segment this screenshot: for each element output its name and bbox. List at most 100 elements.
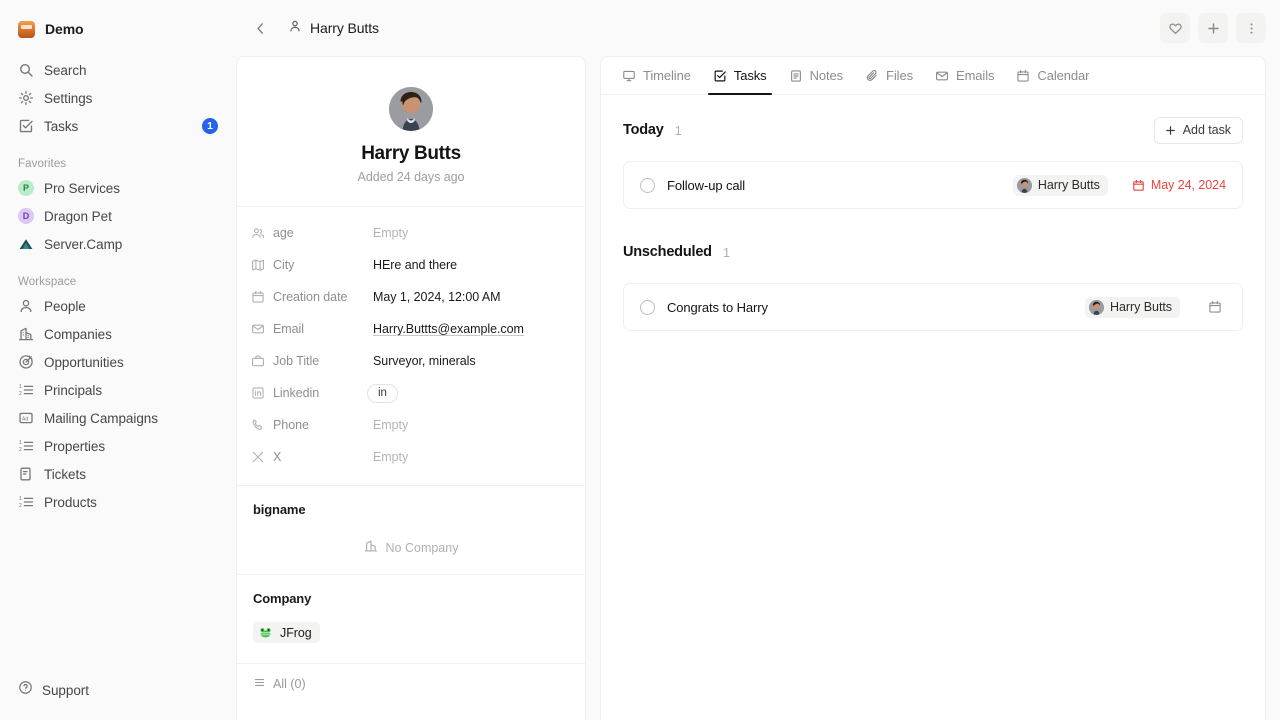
- tasks-body: Today 1 Add task Follow-up call Harry Bu…: [601, 95, 1265, 720]
- list-icon: [253, 676, 266, 692]
- field-email: Email Harry.Buttts@example.com: [249, 313, 573, 345]
- person-icon: [18, 298, 34, 314]
- svg-text:1: 1: [19, 440, 22, 446]
- task-title: Congrats to Harry: [667, 299, 768, 315]
- sidebar-item-products[interactable]: 12 Products: [10, 488, 226, 516]
- company-chip-label: JFrog: [280, 625, 312, 640]
- task-title: Follow-up call: [667, 177, 746, 193]
- task-group-count: 1: [722, 244, 731, 260]
- primary-nav: Search Settings Tasks 1: [10, 56, 226, 140]
- breadcrumb[interactable]: Harry Butts: [282, 16, 385, 41]
- calendar-icon: [1209, 301, 1221, 313]
- ad-icon: Ad: [18, 410, 34, 426]
- tab-emails[interactable]: Emails: [924, 57, 1005, 94]
- task-assignee-name: Harry Butts: [1037, 178, 1100, 192]
- bigname-section: bigname No Company: [237, 486, 585, 575]
- company-section: Company JFrog: [237, 575, 585, 664]
- section-title: Company: [253, 591, 312, 606]
- tab-label: Calendar: [1037, 68, 1090, 83]
- field-label-text: Job Title: [273, 354, 320, 368]
- add-button[interactable]: [1198, 13, 1228, 43]
- sidebar-item-label: People: [44, 298, 86, 314]
- avatar: D: [18, 208, 34, 224]
- avatar[interactable]: [389, 87, 433, 131]
- field-value[interactable]: Harry.Buttts@example.com: [367, 319, 530, 339]
- workspace-heading: Workspace: [18, 276, 77, 288]
- tab-tasks[interactable]: Tasks: [702, 57, 778, 95]
- task-checkbox[interactable]: [640, 299, 655, 315]
- task-assignee-chip[interactable]: Harry Butts: [1085, 296, 1180, 318]
- sidebar-item-server-camp[interactable]: Server.Camp: [10, 230, 226, 258]
- note-icon: [789, 69, 803, 83]
- sidebar-item-label: Pro Services: [44, 180, 120, 196]
- task-due-date[interactable]: May 24, 2024: [1132, 178, 1226, 192]
- back-button[interactable]: [248, 16, 272, 40]
- company-chip-jfrog[interactable]: JFrog: [253, 622, 320, 643]
- tent-icon: [18, 236, 34, 252]
- record-added-date: Added 24 days ago: [357, 170, 465, 184]
- task-assignee-chip[interactable]: Harry Butts: [1012, 174, 1108, 196]
- tab-timeline[interactable]: Timeline: [611, 57, 702, 94]
- people-icon: [251, 226, 265, 240]
- task-row[interactable]: Follow-up call Harry Butts May 24, 2024: [623, 161, 1243, 209]
- sidebar-item-dragon-pet[interactable]: D Dragon Pet: [10, 202, 226, 230]
- field-value[interactable]: May 1, 2024, 12:00 AM: [367, 287, 507, 307]
- calendar-icon: [1132, 179, 1145, 192]
- field-x: X Empty: [249, 441, 573, 473]
- field-creation-date: Creation date May 1, 2024, 12:00 AM: [249, 281, 573, 313]
- monitor-icon: [622, 69, 636, 83]
- heart-icon: [1168, 23, 1182, 34]
- sidebar-item-tasks[interactable]: Tasks 1: [10, 112, 226, 140]
- add-task-button[interactable]: Add task: [1153, 116, 1243, 144]
- sidebar-item-people[interactable]: People: [10, 292, 226, 320]
- task-group-header-today: Today 1 Add task: [623, 116, 1243, 144]
- field-value[interactable]: Empty: [367, 415, 414, 435]
- field-label-text: age: [273, 226, 294, 240]
- sidebar-item-principals[interactable]: 12 Principals: [10, 376, 226, 404]
- sidebar-item-properties[interactable]: 12 Properties: [10, 432, 226, 460]
- field-value[interactable]: Empty: [367, 223, 414, 243]
- sidebar-item-support[interactable]: Support: [10, 676, 97, 704]
- task-checkbox[interactable]: [640, 177, 655, 193]
- more-options-button[interactable]: [1236, 13, 1266, 43]
- no-company-placeholder[interactable]: No Company: [253, 539, 569, 556]
- avatar: [1089, 299, 1105, 315]
- tab-notes[interactable]: Notes: [778, 57, 854, 94]
- field-label: City: [249, 258, 367, 272]
- field-job-title: Job Title Surveyor, minerals: [249, 345, 573, 377]
- workspace-switcher[interactable]: Demo: [10, 14, 226, 44]
- tab-calendar[interactable]: Calendar: [1005, 57, 1100, 94]
- plus-icon: [1165, 125, 1175, 135]
- add-task-label: Add task: [1182, 123, 1231, 137]
- sidebar-item-mailing-campaigns[interactable]: Ad Mailing Campaigns: [10, 404, 226, 432]
- tab-files[interactable]: Files: [854, 57, 924, 94]
- ordered-list-icon: 12: [18, 494, 34, 510]
- all-records-section[interactable]: All (0): [237, 664, 585, 704]
- field-label: Linkedin: [249, 386, 367, 400]
- ordered-list-icon: 12: [18, 438, 34, 454]
- field-value[interactable]: Empty: [367, 447, 414, 467]
- field-label-text: City: [273, 258, 295, 272]
- task-row[interactable]: Congrats to Harry Harry Butts: [623, 283, 1243, 331]
- chevron-left-icon: [256, 22, 263, 34]
- field-value[interactable]: Surveyor, minerals: [367, 351, 482, 371]
- field-label: Email: [249, 322, 367, 336]
- sidebar-item-pro-services[interactable]: P Pro Services: [10, 174, 226, 202]
- sidebar-item-settings[interactable]: Settings: [10, 84, 226, 112]
- favorite-button[interactable]: [1160, 13, 1190, 43]
- sidebar-item-opportunities[interactable]: Opportunities: [10, 348, 226, 376]
- sidebar-item-search[interactable]: Search: [10, 56, 226, 84]
- task-due-date-empty-button[interactable]: [1204, 296, 1226, 318]
- sidebar: Demo Search Settings Tasks 1 Favorites P…: [0, 0, 236, 720]
- gear-icon: [18, 90, 34, 106]
- search-icon: [18, 62, 34, 78]
- record-header: Harry Butts Added 24 days ago: [237, 57, 585, 207]
- field-label: X: [249, 450, 367, 464]
- tab-label: Timeline: [643, 68, 691, 83]
- sidebar-item-tickets[interactable]: Tickets: [10, 460, 226, 488]
- tab-label: Emails: [956, 68, 995, 83]
- linkedin-chip[interactable]: in: [367, 383, 398, 403]
- field-value[interactable]: HEre and there: [367, 255, 463, 275]
- calendar-icon: [251, 290, 265, 304]
- sidebar-item-companies[interactable]: Companies: [10, 320, 226, 348]
